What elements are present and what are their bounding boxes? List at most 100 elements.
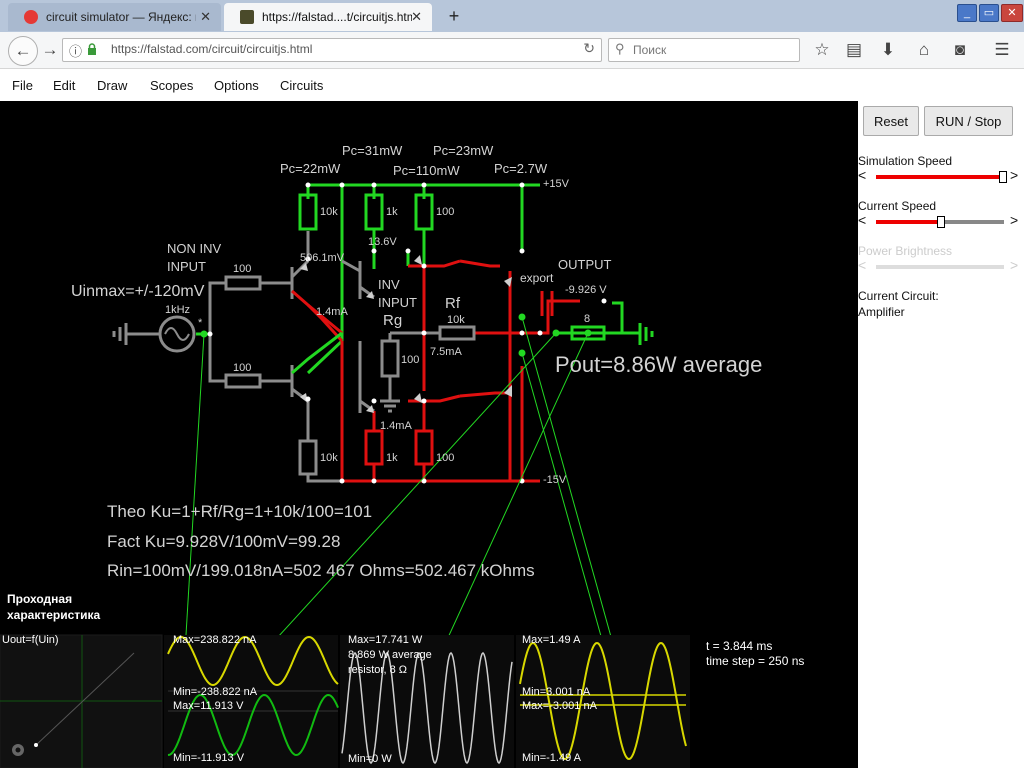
label-theo-ku: Theo Ku=1+Rf/Rg=1+10k/100=101: [107, 502, 373, 521]
info-icon[interactable]: ⓘ: [69, 41, 82, 60]
circuit-icon: [240, 10, 254, 24]
browser-tab-bar: circuit simulator — Яндекс: н... ✕ https…: [0, 0, 1024, 32]
time-step: time step = 250 ns: [706, 654, 805, 668]
label-input-1: INPUT: [167, 259, 206, 274]
home-icon[interactable]: ⌂: [912, 38, 936, 62]
label-uinmax: Uinmax=+/-120mV: [71, 283, 205, 300]
control-panel: Reset RUN / Stop Simulation Speed < > Cu…: [858, 101, 1024, 768]
label-transfer-2: характеристика: [7, 608, 101, 622]
current-speed-slider[interactable]: < >: [858, 212, 1024, 230]
scope4-max: Max=1.49 A: [522, 634, 581, 646]
label-fact-ku: Fact Ku=9.928V/100mV=99.28: [107, 532, 341, 551]
back-button[interactable]: ←: [8, 36, 38, 66]
label-rg: Rg: [383, 312, 403, 329]
label-rg-value: 100: [401, 354, 420, 366]
chevron-right-icon[interactable]: >: [1010, 212, 1018, 228]
reading-list-icon[interactable]: ▤: [842, 38, 866, 62]
label-pc-23: Pc=23mW: [433, 143, 494, 158]
label-star: *: [198, 317, 203, 329]
chevron-left-icon[interactable]: <: [858, 167, 866, 183]
label-load-value: 8: [584, 313, 591, 325]
url-text: https://falstad.com/circuit/circuitjs.ht…: [111, 42, 313, 56]
slider-thumb[interactable]: [998, 171, 1007, 183]
label-pout: Pout=8.86W average: [555, 352, 763, 377]
close-window-button[interactable]: ✕: [1001, 4, 1023, 22]
menu-file[interactable]: File: [12, 69, 33, 101]
arrow-right-icon: →: [41, 40, 59, 59]
label-r1k-bot: 1k: [386, 452, 398, 464]
menu-draw[interactable]: Draw: [97, 69, 127, 101]
url-bar[interactable]: ⓘ https://falstad.com/circuit/circuitjs.…: [62, 38, 602, 62]
scope2-max-voltage: Max=11.913 V: [173, 700, 244, 712]
run-stop-separator: /: [963, 114, 975, 129]
scope2-min-current: Min=-238.822 nA: [173, 686, 258, 698]
label-r1k-top: 1k: [386, 206, 398, 218]
maximize-button[interactable]: ▭: [979, 4, 999, 22]
close-tab-icon[interactable]: ✕: [411, 3, 422, 31]
forward-button[interactable]: →: [38, 38, 62, 62]
pocket-icon[interactable]: ◙: [948, 38, 972, 62]
scope2-max-current: Max=238.822 nA: [173, 634, 257, 646]
label-r100-top: 100: [233, 263, 252, 275]
label-rin: Rin=100mV/199.018nA=502 467 Ohms=502.467…: [107, 561, 535, 580]
power-brightness-label: Power Brightness: [858, 244, 953, 258]
download-icon[interactable]: ⬇: [876, 38, 900, 62]
tab-circuitjs[interactable]: https://falstad....t/circuitjs.html ✕: [224, 3, 432, 31]
label-freq: 1kHz: [165, 304, 191, 316]
label-plus15: +15V: [543, 178, 569, 190]
new-tab-button[interactable]: +: [444, 3, 464, 29]
chevron-left-icon[interactable]: <: [858, 212, 866, 228]
tab-yandex[interactable]: circuit simulator — Яндекс: н... ✕: [8, 3, 221, 31]
yandex-icon: [24, 10, 38, 24]
scope4-max-current: Max=-3.001 nA: [522, 700, 597, 712]
label-input-2: INPUT: [378, 295, 417, 310]
scope3-element: resistor, 8 Ω: [348, 664, 407, 676]
label-r10k-bot: 10k: [320, 452, 338, 464]
menu-scopes[interactable]: Scopes: [150, 69, 193, 101]
label-r100-bot: 100: [233, 362, 252, 374]
circuit-canvas[interactable]: Pc=22mW Pc=31mW Pc=110mW Pc=23mW Pc=2.7W…: [0, 101, 858, 768]
gear-icon: [12, 744, 24, 756]
label-transfer-1: Проходная: [7, 592, 73, 606]
chevron-right-icon[interactable]: >: [1010, 167, 1018, 183]
sim-time: t = 3.844 ms: [706, 639, 773, 653]
current-circuit-name: Amplifier: [858, 305, 905, 319]
scope3-max: Max=17.741 W: [348, 634, 423, 646]
scope1-title: Uout=f(Uin): [2, 634, 59, 646]
label-output: OUTPUT: [558, 257, 612, 272]
search-bar[interactable]: ⚲: [608, 38, 800, 62]
close-tab-icon[interactable]: ✕: [200, 3, 211, 31]
app-menu-bar: File Edit Draw Scopes Options Circuits: [0, 69, 1024, 101]
label-inv: INV: [378, 277, 400, 292]
menu-options[interactable]: Options: [214, 69, 259, 101]
menu-edit[interactable]: Edit: [53, 69, 75, 101]
label-r100-top2: 100: [436, 206, 455, 218]
stop-label: Stop: [974, 114, 1002, 129]
search-input[interactable]: [631, 41, 795, 59]
minimize-button[interactable]: _: [957, 4, 977, 22]
label-rf-value: 10k: [447, 314, 465, 326]
scope3-min: Min=0 W: [348, 753, 392, 765]
bookmark-star-icon[interactable]: ☆: [810, 38, 834, 62]
menu-circuits[interactable]: Circuits: [280, 69, 323, 101]
tab-title: https://falstad....t/circuitjs.html: [262, 10, 412, 24]
label-pc-2-7: Pc=2.7W: [494, 161, 548, 176]
scope3-average: 8.869 W average: [348, 649, 432, 661]
label-minus15: -15V: [543, 474, 567, 486]
run-stop-button[interactable]: RUN / Stop: [924, 106, 1013, 136]
current-circuit-label: Current Circuit:: [858, 289, 939, 303]
power-brightness-slider: < >: [858, 257, 1024, 275]
hamburger-menu-icon[interactable]: ☰: [990, 38, 1014, 62]
reload-icon[interactable]: ↻: [583, 40, 595, 57]
label-506mv: 506.1mV: [300, 252, 345, 264]
sim-speed-label: Simulation Speed: [858, 154, 953, 168]
label-pc-22: Pc=22mW: [280, 161, 341, 176]
reset-button[interactable]: Reset: [863, 106, 919, 136]
label-1-4ma-top: 1.4mA: [316, 306, 348, 318]
scope4-min: Min=-1.49 A: [522, 752, 582, 764]
chevron-left-icon: <: [858, 257, 867, 273]
sim-speed-slider[interactable]: < >: [858, 167, 1024, 185]
slider-thumb[interactable]: [937, 216, 946, 228]
scope4-min-current: Min=3.001 nA: [522, 686, 591, 698]
chevron-right-icon: >: [1010, 257, 1019, 273]
